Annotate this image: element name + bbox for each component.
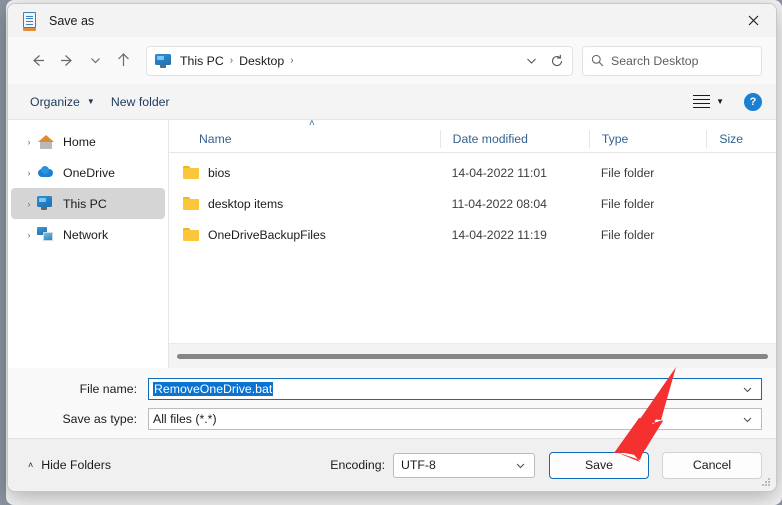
chevron-up-icon: ˄ (28, 460, 34, 470)
sidebar-item-network[interactable]: › Network (11, 219, 165, 250)
column-header-date-modified[interactable]: Date modified (439, 129, 589, 148)
column-header-size[interactable]: Size (706, 129, 776, 148)
breadcrumb-item-this-pc[interactable]: This PC (175, 54, 229, 68)
navigation-pane: › Home › OneDrive › This PC › Network (8, 120, 169, 368)
sidebar-item-label: OneDrive (63, 165, 115, 180)
onedrive-icon (37, 165, 55, 181)
chevron-right-icon: › (290, 55, 294, 66)
chevron-down-icon[interactable] (742, 384, 759, 395)
dialog-title-bar: Save as (8, 4, 776, 37)
encoding-value: UTF-8 (401, 458, 436, 472)
breadcrumb[interactable]: This PC › Desktop › (146, 45, 573, 76)
sidebar-item-label: Network (63, 227, 109, 242)
table-row[interactable]: bios 14-04-2022 11:01 File folder (169, 157, 776, 188)
chevron-right-icon[interactable]: › (21, 168, 37, 178)
screenshot-root: Ln 33, Col 6 100% Windows (CRLF) UTF-8 S… (0, 0, 782, 505)
network-icon (37, 226, 55, 243)
new-folder-button[interactable]: New folder (103, 91, 178, 113)
search-placeholder: Search Desktop (611, 53, 699, 68)
file-list-header: Name Date modified Type Size (169, 125, 776, 153)
command-bar: Organize ▼ New folder ▼ ? (8, 84, 776, 120)
home-icon (37, 134, 55, 150)
notepad-icon (22, 11, 38, 31)
file-date-cell: 14-04-2022 11:19 (451, 227, 547, 242)
sidebar-item-label: Home (63, 134, 96, 149)
sidebar-item-onedrive[interactable]: › OneDrive (11, 157, 165, 188)
file-name-text: desktop items (208, 196, 284, 211)
hide-folders-label: Hide Folders (41, 458, 111, 472)
file-name-cell: desktop items (169, 197, 440, 211)
sort-chevron-up-icon: ˄ (309, 118, 315, 129)
breadcrumb-item-desktop[interactable]: Desktop (234, 54, 289, 68)
this-pc-icon (155, 53, 171, 68)
file-name-cell: bios (169, 166, 440, 180)
file-date-cell: 11-04-2022 08:04 (451, 196, 547, 211)
dialog-title: Save as (49, 13, 95, 28)
chevron-right-icon[interactable]: › (21, 137, 37, 147)
file-list-pane: ˄ Name Date modified Type Size bios 14-0… (169, 118, 776, 368)
file-type-cell: File folder (600, 196, 655, 211)
file-type-cell: File folder (600, 165, 655, 180)
file-type-cell: File folder (600, 227, 655, 242)
file-name-text: OneDriveBackupFiles (208, 227, 326, 242)
organize-label: Organize (30, 94, 80, 109)
list-view-icon[interactable] (693, 94, 711, 109)
chevron-down-icon: ▼ (86, 97, 95, 106)
chevron-right-icon[interactable]: › (21, 230, 37, 240)
search-icon (591, 54, 604, 67)
refresh-icon[interactable] (544, 48, 570, 74)
dialog-body: › Home › OneDrive › This PC › Network ˄ … (8, 118, 776, 368)
dialog-footer: ˄ Hide Folders Encoding: UTF-8 Save Canc… (8, 438, 776, 491)
table-row[interactable]: OneDriveBackupFiles 14-04-2022 11:19 Fil… (169, 219, 776, 250)
file-name-row: File name: RemoveOneDrive.bat (22, 378, 762, 400)
folder-icon (183, 228, 199, 241)
folder-icon (183, 166, 199, 179)
column-header-name[interactable]: Name (169, 130, 440, 148)
sidebar-item-home[interactable]: › Home (11, 126, 165, 157)
hide-folders-button[interactable]: ˄ Hide Folders (22, 454, 117, 476)
resize-grip[interactable] (762, 478, 772, 488)
file-name-cell: OneDriveBackupFiles (169, 228, 440, 242)
file-form-area: File name: RemoveOneDrive.bat Save as ty… (8, 368, 776, 438)
sidebar-item-label: This PC (63, 196, 107, 211)
chevron-down-icon[interactable] (515, 460, 532, 471)
chevron-right-icon[interactable]: › (21, 199, 37, 209)
file-list-scroll-area (169, 343, 776, 368)
sidebar-item-this-pc[interactable]: › This PC (11, 188, 165, 219)
folder-icon (183, 197, 199, 210)
file-name-value: RemoveOneDrive.bat (153, 382, 274, 396)
breadcrumb-dropdown-icon[interactable] (518, 48, 544, 74)
file-name-text: bios (208, 165, 231, 180)
encoding-label: Encoding: (330, 458, 385, 472)
organize-button[interactable]: Organize ▼ (22, 91, 103, 113)
horizontal-scrollbar[interactable] (177, 353, 768, 359)
forward-icon[interactable] (52, 46, 82, 76)
save-as-type-row: Save as type: All files (*.*) (22, 408, 762, 430)
chevron-down-icon[interactable] (742, 414, 759, 425)
sort-ascending-indicator: ˄ (169, 118, 776, 129)
help-icon[interactable]: ? (744, 92, 762, 111)
new-folder-label: New folder (110, 94, 170, 109)
save-button[interactable]: Save (549, 451, 649, 479)
file-name-input[interactable]: RemoveOneDrive.bat (148, 378, 762, 400)
file-name-label: File name: (79, 382, 137, 396)
close-icon[interactable] (730, 4, 776, 37)
file-date-cell: 14-04-2022 11:01 (451, 165, 547, 180)
back-icon[interactable] (22, 46, 52, 76)
table-row[interactable]: desktop items 11-04-2022 08:04 File fold… (169, 188, 776, 219)
cancel-button[interactable]: Cancel (662, 451, 762, 479)
recent-locations-icon[interactable] (82, 46, 108, 76)
encoding-select[interactable]: UTF-8 (393, 452, 535, 478)
up-icon[interactable] (108, 46, 138, 76)
navigation-bar: This PC › Desktop › Search Desktop (8, 37, 776, 84)
save-as-dialog: Save as This PC › Desktop › Search Deskt… (7, 3, 777, 492)
save-as-type-select[interactable]: All files (*.*) (148, 408, 762, 430)
this-pc-icon (37, 195, 55, 212)
save-as-type-label: Save as type: (62, 412, 137, 426)
view-chevron-down-icon[interactable]: ▼ (716, 97, 724, 106)
search-input[interactable]: Search Desktop (582, 45, 762, 76)
file-list-rows: bios 14-04-2022 11:01 File folder deskto… (169, 153, 776, 343)
save-as-type-value: All files (*.*) (153, 412, 217, 426)
column-header-type[interactable]: Type (588, 129, 706, 148)
